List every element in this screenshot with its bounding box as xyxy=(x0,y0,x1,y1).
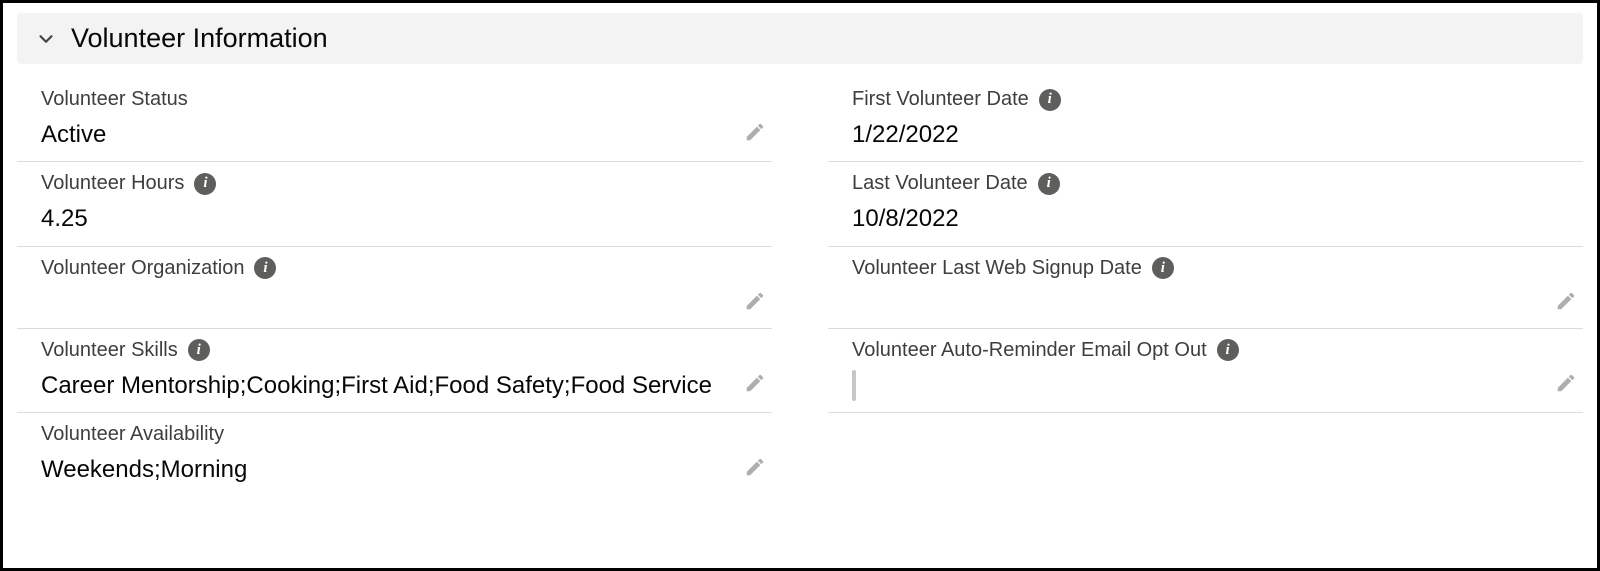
field-value: 10/8/2022 xyxy=(852,203,969,235)
info-icon[interactable]: i xyxy=(194,173,216,195)
section-title: Volunteer Information xyxy=(71,23,328,54)
field-label: Last Volunteer Date xyxy=(852,172,1028,195)
field-first-volunteer-date: First Volunteer Date i 1/22/2022 xyxy=(828,78,1583,162)
column-right: First Volunteer Date i 1/22/2022 Last Vo… xyxy=(828,78,1583,497)
field-last-volunteer-date: Last Volunteer Date i 10/8/2022 xyxy=(828,162,1583,246)
pencil-icon[interactable] xyxy=(1555,372,1577,394)
section-header[interactable]: Volunteer Information xyxy=(17,13,1583,64)
info-icon[interactable]: i xyxy=(1217,339,1239,361)
field-value: Active xyxy=(41,119,116,151)
field-value: 1/22/2022 xyxy=(852,119,969,151)
field-label: Volunteer Skills xyxy=(41,339,178,362)
column-left: Volunteer Status Active Volunteer Hours … xyxy=(17,78,772,497)
pencil-icon[interactable] xyxy=(744,372,766,394)
pencil-icon[interactable] xyxy=(744,121,766,143)
info-icon[interactable]: i xyxy=(1152,257,1174,279)
field-last-web-signup-date: Volunteer Last Web Signup Date i xyxy=(828,247,1583,329)
field-volunteer-skills: Volunteer Skills i Career Mentorship;Coo… xyxy=(17,329,772,413)
field-label: Volunteer Last Web Signup Date xyxy=(852,257,1142,280)
chevron-down-icon xyxy=(35,28,57,50)
pencil-icon[interactable] xyxy=(744,456,766,478)
pencil-icon[interactable] xyxy=(1555,290,1577,312)
info-icon[interactable]: i xyxy=(1039,89,1061,111)
pencil-icon[interactable] xyxy=(744,290,766,312)
field-label: Volunteer Organization xyxy=(41,257,244,280)
field-volunteer-organization: Volunteer Organization i xyxy=(17,247,772,329)
field-value: Career Mentorship;Cooking;First Aid;Food… xyxy=(41,370,722,402)
field-auto-reminder-opt-out: Volunteer Auto-Reminder Email Opt Out i xyxy=(828,329,1583,413)
field-value xyxy=(852,370,866,402)
field-label: Volunteer Auto-Reminder Email Opt Out xyxy=(852,339,1207,362)
field-volunteer-availability: Volunteer Availability Weekends;Morning xyxy=(17,413,772,496)
info-icon[interactable]: i xyxy=(254,257,276,279)
info-icon[interactable]: i xyxy=(1038,173,1060,195)
info-icon[interactable]: i xyxy=(188,339,210,361)
field-label: First Volunteer Date xyxy=(852,88,1029,111)
field-value: Weekends;Morning xyxy=(41,454,257,486)
field-label: Volunteer Availability xyxy=(41,423,224,446)
field-label: Volunteer Status xyxy=(41,88,188,111)
field-volunteer-hours: Volunteer Hours i 4.25 xyxy=(17,162,772,246)
field-value: 4.25 xyxy=(41,203,98,235)
checkbox-opt-out[interactable] xyxy=(852,370,856,401)
field-label: Volunteer Hours xyxy=(41,172,184,195)
field-volunteer-status: Volunteer Status Active xyxy=(17,78,772,162)
